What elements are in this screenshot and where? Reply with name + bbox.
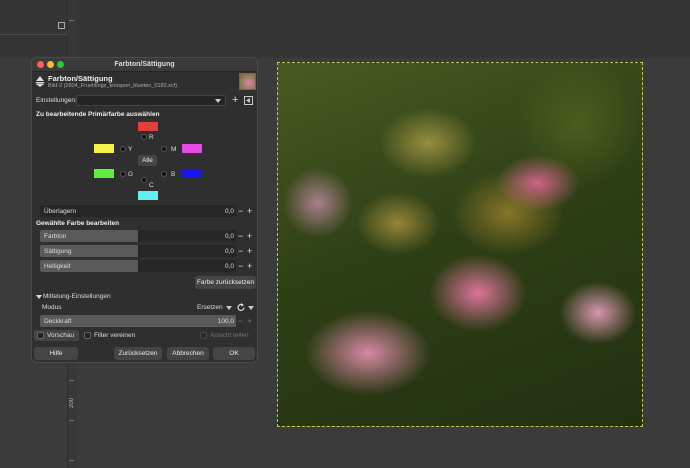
dialog-heading: Farbton/Sättigung (48, 74, 113, 83)
radio-cyan[interactable] (141, 177, 147, 183)
letter-g: G (128, 171, 134, 178)
swatch-cyan[interactable] (138, 191, 158, 200)
preview-checkbox[interactable] (37, 332, 44, 339)
chevron-down-icon[interactable] (248, 306, 254, 310)
merge-filter-checkbox[interactable] (84, 332, 91, 339)
letter-c: C (149, 182, 154, 189)
expander-down-icon[interactable] (36, 294, 42, 300)
ok-button[interactable]: OK (213, 347, 255, 360)
panel-divider (0, 34, 75, 35)
dialog-titlebar[interactable]: Farbton/Sättigung (32, 58, 257, 72)
primary-color-section-title: Zu bearbeitende Primärfarbe auswählen (36, 111, 160, 118)
saturation-label: Sättigung (44, 248, 72, 255)
image-canvas[interactable] (277, 62, 643, 427)
radio-red[interactable] (141, 134, 147, 140)
ruler-number: 200 (69, 398, 75, 409)
letter-m: M (171, 146, 177, 153)
overlap-label: Überlagern (44, 208, 77, 215)
saturation-increase-button[interactable]: + (247, 246, 252, 256)
lightness-decrease-button[interactable]: − (238, 261, 243, 271)
add-preset-icon[interactable]: + (232, 95, 238, 106)
swatch-blue[interactable] (182, 169, 202, 178)
hue-increase-button[interactable]: + (247, 231, 252, 241)
hue-value: 0,0 (224, 233, 234, 240)
hue-saturation-dialog: Farbton/Sättigung Farbton/Sättigung Bild… (31, 57, 258, 363)
window-title: Farbton/Sättigung (114, 61, 175, 68)
top-panel-area (0, 0, 690, 58)
cancel-button[interactable]: Abbrechen (167, 347, 209, 360)
lightness-slider[interactable]: Helligkeit 0,0 (40, 260, 236, 272)
preview-toggle[interactable]: Vorschau (34, 330, 79, 341)
mode-options-icon[interactable] (237, 303, 246, 312)
radio-green[interactable] (120, 171, 126, 177)
saturation-slider[interactable]: Sättigung 0,0 (40, 245, 236, 257)
panel-menu-icon[interactable] (58, 22, 65, 29)
hue-slider[interactable]: Farbton 0,0 (40, 230, 236, 242)
saturation-value: 0,0 (224, 248, 234, 255)
presets-label: Einstellungen: (36, 97, 77, 104)
swatch-red[interactable] (138, 122, 158, 131)
lightness-value: 0,0 (224, 263, 234, 270)
opacity-value: 100,0 (217, 318, 234, 325)
mode-label: Modus (42, 304, 62, 311)
saturation-decrease-button[interactable]: − (238, 246, 243, 256)
letter-y: Y (128, 146, 133, 153)
reset-button[interactable]: Zurücksetzen (114, 347, 162, 360)
overlap-value: 0,0 (224, 208, 234, 215)
edit-color-section-title: Gewählte Farbe bearbeiten (36, 220, 120, 227)
reset-color-button[interactable]: Farbe zurücksetzen (195, 276, 256, 289)
blending-section-title[interactable]: Mittelung-Einstellungen (43, 293, 111, 300)
merge-filter-label: Filter vereinen (94, 332, 136, 339)
swatch-green[interactable] (94, 169, 114, 178)
presets-combo[interactable] (76, 95, 226, 106)
opacity-decrease-button[interactable]: − (238, 316, 243, 326)
radio-magenta[interactable] (161, 146, 167, 152)
help-button[interactable]: Hilfe (34, 347, 78, 360)
image-subtitle: Bild-2 (2604_Fruehlings_knospen_blueten_… (48, 83, 178, 89)
all-colors-button[interactable]: Alle (138, 155, 157, 166)
swatch-yellow[interactable] (94, 144, 114, 153)
opacity-slider[interactable]: Deckkraft 100,0 (40, 315, 236, 327)
mode-combo[interactable]: Ersetzen (194, 302, 234, 313)
swatch-magenta[interactable] (182, 144, 202, 153)
letter-b: B (171, 171, 176, 178)
overlap-decrease-button[interactable]: − (238, 206, 243, 216)
preview-label: Vorschau (47, 332, 75, 339)
split-view-label: Ansicht teilen (210, 332, 249, 339)
hue-decrease-button[interactable]: − (238, 231, 243, 241)
overlap-slider[interactable]: Überlagern 0,0 (40, 205, 236, 217)
split-view-checkbox[interactable] (200, 332, 207, 339)
chevron-down-icon (215, 99, 221, 103)
opacity-label: Deckkraft (44, 318, 72, 325)
image-thumbnail (239, 73, 256, 90)
lightness-label: Helligkeit (44, 263, 71, 270)
chevron-down-icon (226, 306, 232, 310)
hue-saturation-icon (36, 76, 44, 87)
mode-value: Ersetzen (197, 304, 223, 311)
radio-blue[interactable] (161, 171, 167, 177)
letter-r: R (149, 134, 154, 141)
lightness-increase-button[interactable]: + (247, 261, 252, 271)
opacity-increase-button[interactable]: + (247, 316, 252, 326)
radio-yellow[interactable] (120, 146, 126, 152)
preset-menu-icon[interactable] (244, 96, 253, 105)
overlap-increase-button[interactable]: + (247, 206, 252, 216)
hue-label: Farbton (44, 233, 67, 240)
